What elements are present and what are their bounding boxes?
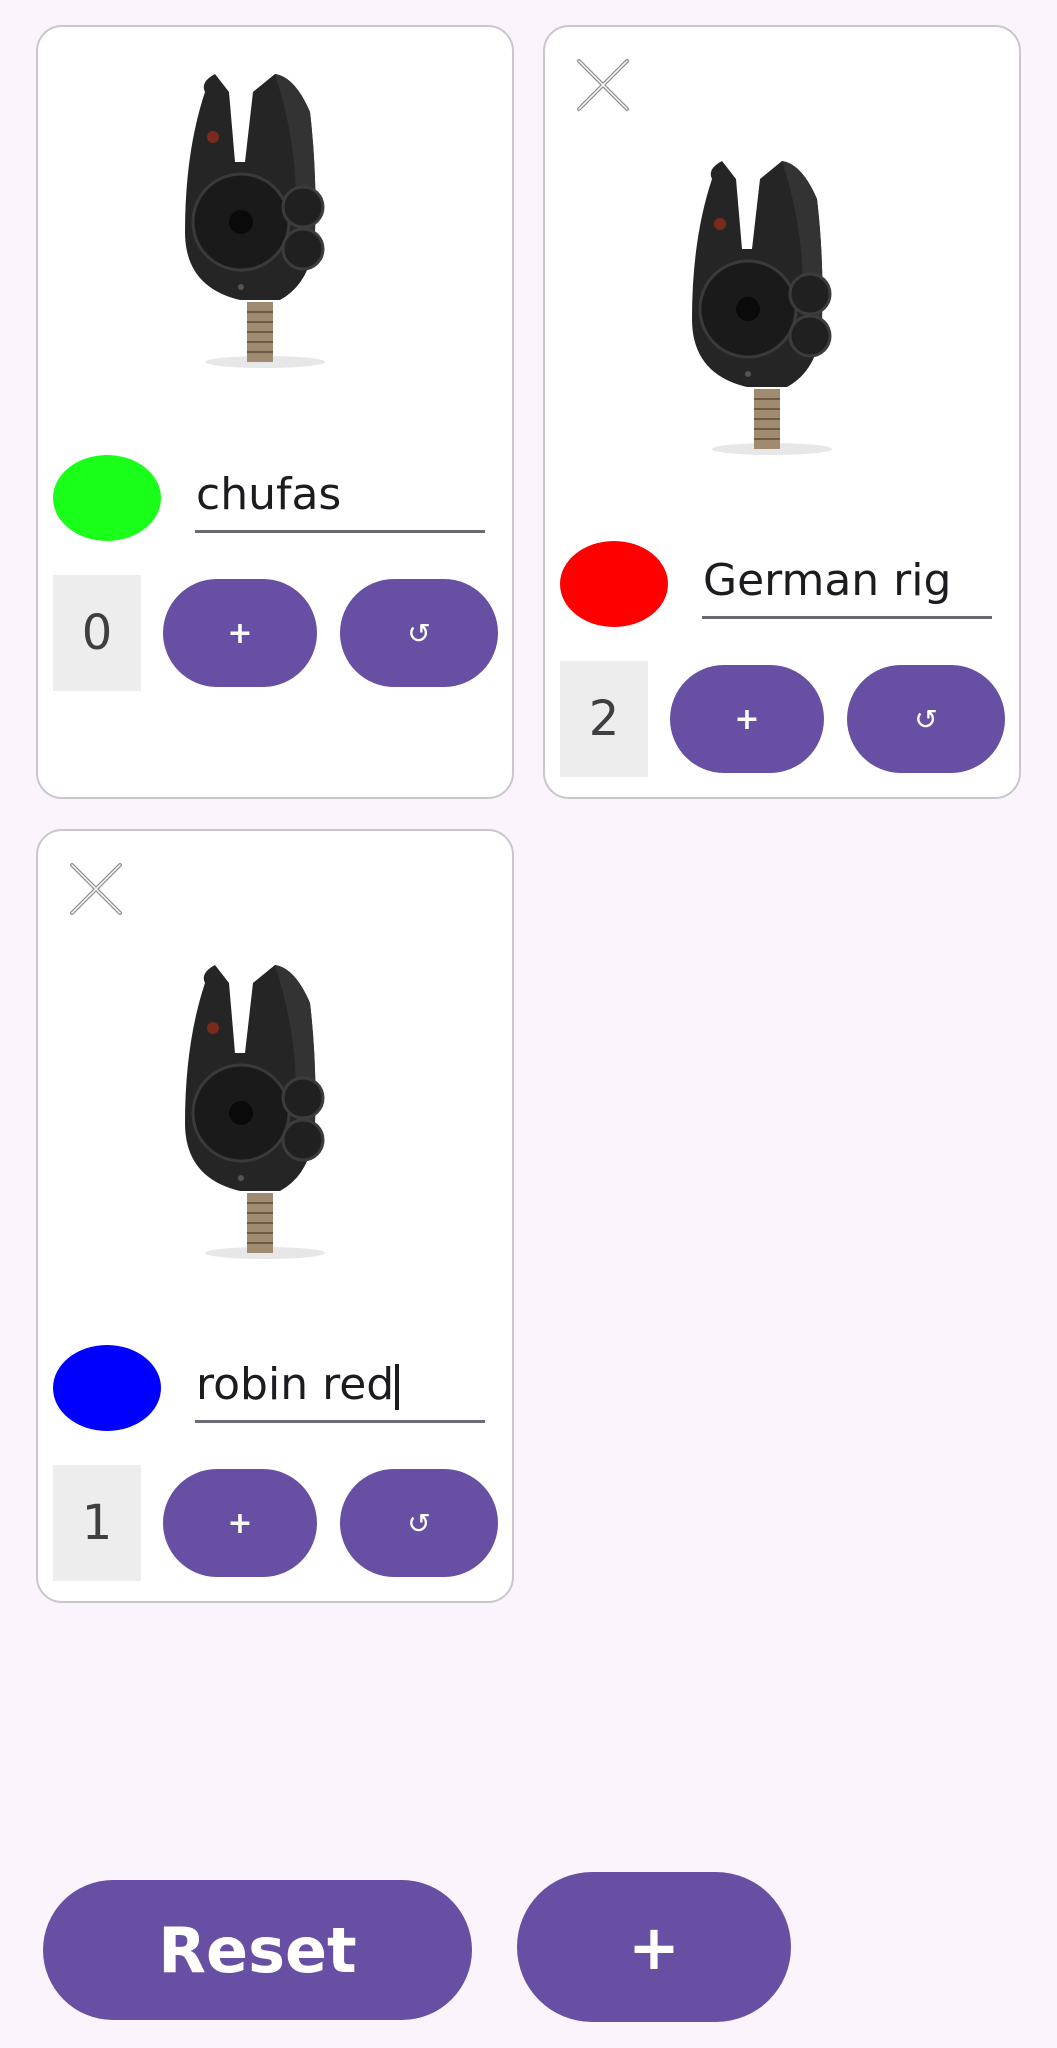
counter-card: German rig 2 + ↺ bbox=[543, 25, 1021, 799]
counter-card: robin red 1 + ↺ bbox=[36, 829, 514, 1603]
count-display: 1 bbox=[53, 1465, 141, 1581]
name-input-value: chufas bbox=[196, 469, 342, 520]
color-swatch[interactable] bbox=[53, 1345, 161, 1431]
name-input[interactable]: German rig bbox=[702, 553, 992, 619]
name-input-value: German rig bbox=[703, 555, 952, 606]
increment-button[interactable]: + bbox=[670, 665, 824, 773]
color-swatch[interactable] bbox=[560, 541, 668, 627]
reset-all-button[interactable]: Reset bbox=[43, 1880, 472, 2020]
close-icon[interactable] bbox=[68, 861, 124, 917]
name-input-value: robin red bbox=[196, 1359, 395, 1410]
increment-button[interactable]: + bbox=[163, 1469, 317, 1577]
counter-card: chufas 0 + ↺ bbox=[36, 25, 514, 799]
bite-alarm-image bbox=[692, 161, 832, 455]
bite-alarm-image bbox=[185, 965, 325, 1259]
count-display: 0 bbox=[53, 575, 141, 691]
reset-count-button[interactable]: ↺ bbox=[340, 579, 498, 687]
color-swatch[interactable] bbox=[53, 455, 161, 541]
text-caret bbox=[395, 1364, 400, 1410]
close-icon[interactable] bbox=[575, 57, 631, 113]
count-display: 2 bbox=[560, 661, 648, 777]
name-input[interactable]: chufas bbox=[195, 467, 485, 533]
reset-count-button[interactable]: ↺ bbox=[847, 665, 1005, 773]
name-input[interactable]: robin red bbox=[195, 1357, 485, 1423]
reset-count-button[interactable]: ↺ bbox=[340, 1469, 498, 1577]
increment-button[interactable]: + bbox=[163, 579, 317, 687]
bite-alarm-image bbox=[185, 74, 325, 368]
add-card-button[interactable]: + bbox=[517, 1872, 791, 2022]
